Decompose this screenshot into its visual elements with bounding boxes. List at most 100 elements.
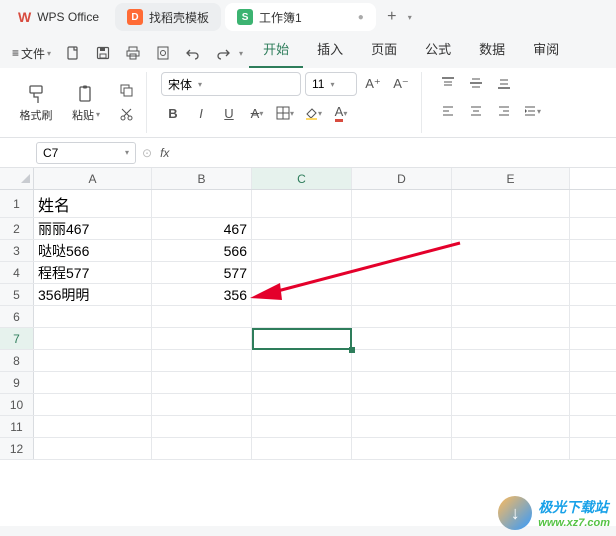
cell[interactable] — [252, 416, 352, 437]
tab-template[interactable]: D 找稻壳模板 — [115, 3, 221, 31]
cell-A4[interactable]: 程程577 — [34, 262, 152, 283]
tab-workbook[interactable]: S 工作簿1 ● — [225, 3, 376, 31]
bold-button[interactable]: B — [161, 102, 185, 124]
format-painter-button[interactable]: 格式刷 — [14, 75, 58, 131]
col-header-B[interactable]: B — [152, 168, 252, 189]
menu-insert[interactable]: 插入 — [303, 33, 357, 68]
cell[interactable] — [452, 372, 570, 393]
cell[interactable] — [452, 416, 570, 437]
paste-button[interactable]: 粘贴▾ — [64, 75, 108, 131]
print-button[interactable] — [119, 40, 147, 66]
col-header-D[interactable]: D — [352, 168, 452, 189]
cell-D2[interactable] — [352, 218, 452, 239]
cell[interactable] — [452, 394, 570, 415]
row-header-10[interactable]: 10 — [0, 394, 34, 415]
tab-menu-icon[interactable]: ● — [358, 12, 364, 23]
cell[interactable] — [352, 416, 452, 437]
cell-B4[interactable]: 577 — [152, 262, 252, 283]
cell[interactable] — [152, 372, 252, 393]
row-header-8[interactable]: 8 — [0, 350, 34, 371]
align-bottom-button[interactable] — [492, 72, 516, 94]
cell[interactable] — [352, 438, 452, 459]
cell-C2[interactable] — [252, 218, 352, 239]
col-header-A[interactable]: A — [34, 168, 152, 189]
cancel-formula-icon[interactable]: ⊙ — [142, 146, 152, 160]
cell-A1[interactable]: 姓名 — [34, 190, 152, 217]
cell[interactable] — [352, 350, 452, 371]
cell-D6[interactable] — [352, 306, 452, 327]
quickbar-overflow-icon[interactable]: ▾ — [239, 49, 243, 58]
tab-overflow-icon[interactable]: ▾ — [408, 13, 412, 22]
col-header-C[interactable]: C — [252, 168, 352, 189]
underline-button[interactable]: U — [217, 102, 241, 124]
cell-A7[interactable] — [34, 328, 152, 349]
italic-button[interactable]: I — [189, 102, 213, 124]
cell[interactable] — [34, 394, 152, 415]
cell[interactable] — [352, 394, 452, 415]
cell-B6[interactable] — [152, 306, 252, 327]
cell[interactable] — [152, 394, 252, 415]
row-header-7[interactable]: 7 — [0, 328, 34, 349]
cell-E1[interactable] — [452, 190, 570, 217]
menu-page[interactable]: 页面 — [357, 33, 411, 68]
cell-E7[interactable] — [452, 328, 570, 349]
cut-button[interactable] — [114, 104, 138, 126]
cell-C7[interactable] — [252, 328, 352, 349]
menu-data[interactable]: 数据 — [465, 33, 519, 68]
cell-A2[interactable]: 丽丽467 — [34, 218, 152, 239]
fill-handle[interactable] — [349, 347, 355, 353]
align-top-button[interactable] — [436, 72, 460, 94]
cell-D4[interactable] — [352, 262, 452, 283]
menu-review[interactable]: 审阅 — [519, 33, 573, 68]
cell[interactable] — [34, 416, 152, 437]
cell-C5[interactable] — [252, 284, 352, 305]
menu-start[interactable]: 开始 — [249, 33, 303, 68]
border-button[interactable]: ▾ — [273, 102, 297, 124]
fill-color-button[interactable]: ▾ — [301, 102, 325, 124]
cell-A5[interactable]: 356明明 — [34, 284, 152, 305]
cell-C6[interactable] — [252, 306, 352, 327]
cell-C3[interactable] — [252, 240, 352, 261]
font-size-select[interactable]: 11 ▾ — [305, 72, 357, 96]
col-header-E[interactable]: E — [452, 168, 570, 189]
formula-bar[interactable]: ⊙ fx — [142, 146, 169, 160]
cell[interactable] — [34, 372, 152, 393]
spreadsheet-grid[interactable]: A B C D E 1 姓名 2 丽丽467 467 3 哒哒566 566 — [0, 168, 616, 526]
align-right-button[interactable] — [492, 100, 516, 122]
shrink-font-button[interactable]: A⁻ — [389, 73, 413, 95]
undo-button[interactable] — [179, 40, 207, 66]
cell[interactable] — [452, 350, 570, 371]
row-header-3[interactable]: 3 — [0, 240, 34, 261]
cell-B1[interactable] — [152, 190, 252, 217]
cell-B5[interactable]: 356 — [152, 284, 252, 305]
cell[interactable] — [352, 372, 452, 393]
cell[interactable] — [34, 350, 152, 371]
cell-D5[interactable] — [352, 284, 452, 305]
name-box[interactable]: C7 ▾ — [36, 142, 136, 164]
cell-B3[interactable]: 566 — [152, 240, 252, 261]
cell-D7[interactable] — [352, 328, 452, 349]
cell-C4[interactable] — [252, 262, 352, 283]
cell[interactable] — [252, 394, 352, 415]
indent-button[interactable]: ▾ — [520, 100, 544, 122]
print-preview-button[interactable] — [149, 40, 177, 66]
row-header-6[interactable]: 6 — [0, 306, 34, 327]
cell-E2[interactable] — [452, 218, 570, 239]
cell[interactable] — [152, 438, 252, 459]
font-name-select[interactable]: 宋体 ▾ — [161, 72, 301, 96]
new-tab-button[interactable]: + — [380, 8, 404, 26]
row-header-5[interactable]: 5 — [0, 284, 34, 305]
row-header-1[interactable]: 1 — [0, 190, 34, 217]
tab-wps-home[interactable]: W WPS Office — [6, 3, 111, 31]
cell-B2[interactable]: 467 — [152, 218, 252, 239]
row-header-12[interactable]: 12 — [0, 438, 34, 459]
row-header-9[interactable]: 9 — [0, 372, 34, 393]
align-center-button[interactable] — [464, 100, 488, 122]
file-menu-button[interactable]: ≡ 文件 ▾ — [6, 45, 57, 62]
cell-D1[interactable] — [352, 190, 452, 217]
grow-font-button[interactable]: A⁺ — [361, 73, 385, 95]
fx-icon[interactable]: fx — [160, 146, 169, 160]
cell-A3[interactable]: 哒哒566 — [34, 240, 152, 261]
cell[interactable] — [252, 372, 352, 393]
cell-C1[interactable] — [252, 190, 352, 217]
